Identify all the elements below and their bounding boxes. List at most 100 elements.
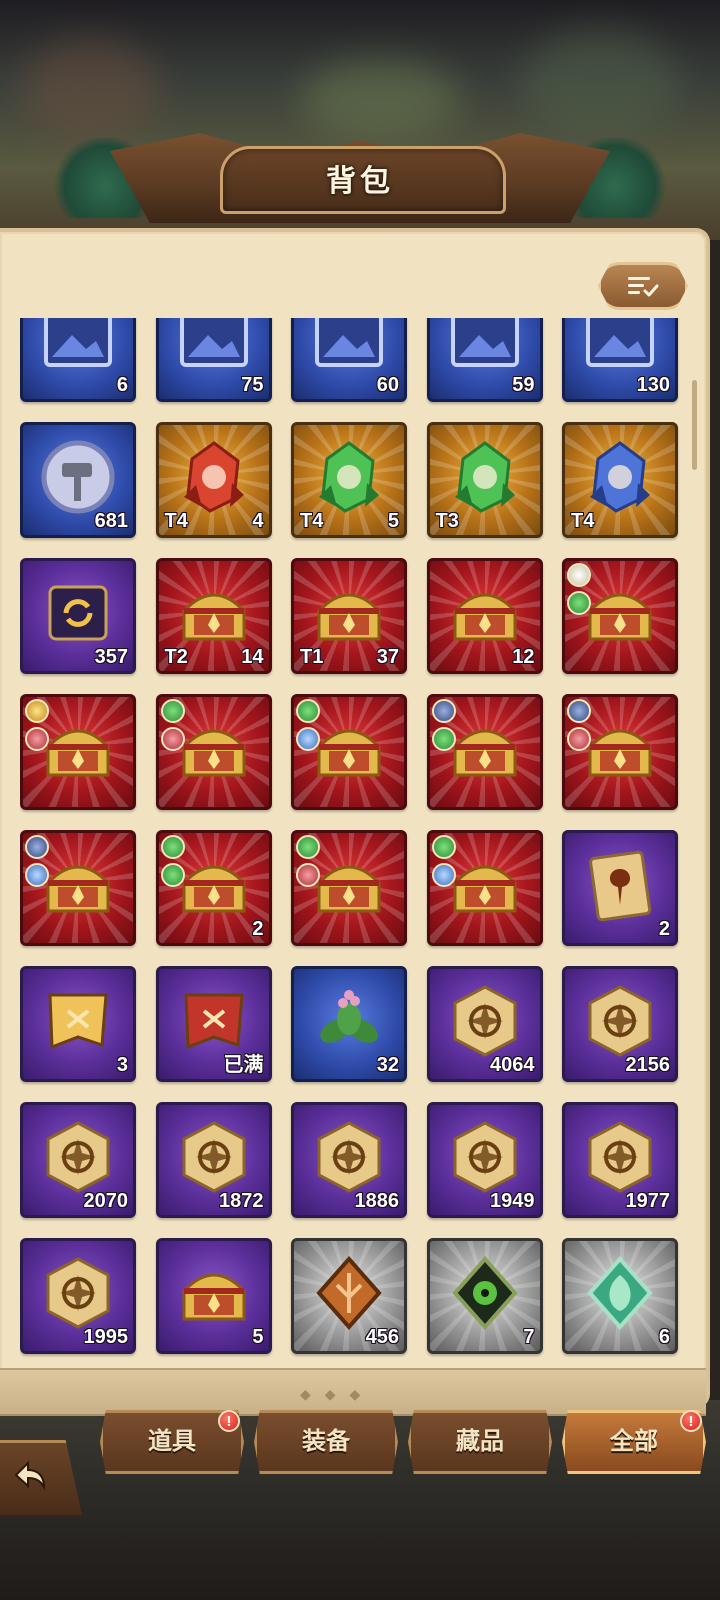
item-quantity: 12: [512, 646, 535, 668]
inventory-slot[interactable]: T4 5: [291, 422, 407, 538]
tree-shard-icon: [316, 1255, 382, 1331]
inventory-slot[interactable]: T2 14: [155, 558, 272, 674]
painting-icon: [586, 318, 654, 367]
inventory-slot[interactable]: [291, 830, 407, 946]
inventory-slot[interactable]: 130: [562, 318, 678, 402]
attribute-badge-icon: [431, 727, 456, 751]
treasure-chest-icon: [182, 865, 245, 913]
attribute-badge-icon: [25, 835, 49, 859]
inventory-slot[interactable]: 1872: [155, 1102, 272, 1218]
inventory-slot[interactable]: [562, 694, 678, 810]
inventory-slot[interactable]: T4: [562, 422, 678, 538]
inventory-slot[interactable]: T3: [426, 422, 543, 538]
item-quantity: 5: [252, 1326, 264, 1348]
inventory-slot[interactable]: 2156: [562, 966, 678, 1082]
emblem-star-icon: [453, 985, 516, 1057]
item-quantity: 5: [387, 510, 399, 532]
sort-button[interactable]: [598, 262, 688, 310]
attribute-badge-icon: [296, 699, 320, 723]
herb-icon: [320, 990, 378, 1043]
inventory-slot[interactable]: T4 4: [155, 422, 272, 538]
emblem-sword-icon: [182, 1121, 245, 1193]
treasure-chest-icon: [588, 729, 652, 777]
emblem-lamp-icon: [46, 1121, 110, 1193]
item-quantity: 7: [523, 1326, 535, 1348]
scrollbar-thumb[interactable]: [692, 380, 697, 470]
item-quantity: 1949: [490, 1190, 535, 1212]
inventory-slot[interactable]: 6: [562, 1238, 678, 1354]
attribute-badge-icon: [431, 699, 456, 723]
item-quantity: 1995: [83, 1326, 129, 1348]
inventory-slot[interactable]: 6: [20, 318, 136, 402]
tab-all-alert-badge: !: [680, 1410, 702, 1432]
item-quantity: 130: [636, 374, 670, 396]
inventory-slot[interactable]: 32: [291, 966, 407, 1082]
inventory-slot[interactable]: 4064: [426, 966, 543, 1082]
attribute-badge-icon: [296, 727, 320, 751]
inventory-slot[interactable]: 3: [20, 966, 136, 1082]
page-title: 背包: [326, 165, 394, 198]
attribute-badge-icon: [567, 591, 591, 615]
item-quantity: 32: [376, 1054, 399, 1076]
intelligence-crystal-icon: [590, 441, 650, 513]
strip-ornament: ◆◆◆: [300, 1386, 375, 1402]
inventory-slot[interactable]: 2: [155, 830, 272, 946]
item-quantity: 37: [376, 646, 399, 668]
item-tier: T4: [164, 510, 188, 532]
item-tier: T4: [571, 510, 595, 532]
treasure-chest-icon: [588, 593, 652, 641]
inventory-grid: 6 75 60 59 130 681 T4 4 T4 5 T3 T4 357 T2 14 T1 37 12 2 2 3 已…: [20, 318, 690, 1368]
tab-collection[interactable]: 藏品: [408, 1410, 552, 1474]
item-quantity: 59: [512, 374, 535, 396]
item-quantity: 357: [94, 646, 128, 668]
treasure-chest-icon: [182, 729, 245, 777]
item-quantity: 1886: [354, 1190, 400, 1212]
painting-icon: [450, 318, 519, 367]
inventory-slot[interactable]: 2070: [20, 1102, 136, 1218]
inventory-slot[interactable]: [20, 830, 136, 946]
inventory-slot[interactable]: 1949: [426, 1102, 543, 1218]
tree-card-icon: [589, 850, 652, 922]
gold-banner-icon: [48, 993, 108, 1050]
inventory-slot[interactable]: [426, 694, 543, 810]
item-quantity: 已满: [223, 1054, 264, 1076]
inventory-slot[interactable]: T1 37: [291, 558, 407, 674]
inventory-slot[interactable]: 12: [426, 558, 543, 674]
inventory-slot[interactable]: 2: [562, 830, 678, 946]
treasure-chest-icon: [317, 865, 381, 913]
emblem-plant-icon: [317, 1121, 381, 1193]
sort-list-icon: [628, 277, 659, 297]
inventory-slot[interactable]: [155, 694, 272, 810]
chest-small-icon: [182, 1273, 245, 1321]
painting-icon: [315, 318, 383, 367]
attribute-badge-icon: [160, 727, 185, 751]
inventory-slot[interactable]: 357: [20, 558, 136, 674]
attribute-badge-icon: [431, 835, 456, 859]
inventory-slot[interactable]: [562, 558, 678, 674]
attribute-badge-icon: [160, 863, 185, 887]
treasure-chest-icon: [453, 865, 516, 913]
inventory-slot[interactable]: 已满: [155, 966, 272, 1082]
item-quantity: 3: [116, 1054, 128, 1076]
attribute-badge-icon: [25, 727, 49, 751]
item-quantity: 1977: [625, 1190, 671, 1212]
inventory-slot[interactable]: [291, 694, 407, 810]
inventory-slot[interactable]: 59: [426, 318, 543, 402]
inventory-grid-viewport[interactable]: 6 75 60 59 130 681 T4 4 T4 5 T3 T4 357 T2 14 T1 37 12 2 2 3 已…: [20, 318, 690, 1368]
inventory-slot[interactable]: 60: [291, 318, 407, 402]
emblem-crown-icon: [588, 1121, 652, 1193]
item-quantity: 14: [241, 646, 264, 668]
inventory-slot[interactable]: 681: [20, 422, 136, 538]
tab-equipment[interactable]: 装备: [254, 1410, 398, 1474]
inventory-slot[interactable]: 456: [291, 1238, 407, 1354]
inventory-slot[interactable]: 1977: [562, 1102, 678, 1218]
item-quantity: 6: [658, 1326, 670, 1348]
inventory-slot[interactable]: 5: [155, 1238, 272, 1354]
inventory-slot[interactable]: 75: [155, 318, 272, 402]
item-quantity: 681: [94, 510, 128, 532]
inventory-slot[interactable]: 1886: [291, 1102, 407, 1218]
inventory-slot[interactable]: 7: [426, 1238, 543, 1354]
inventory-slot[interactable]: [20, 694, 136, 810]
inventory-slot[interactable]: 1995: [20, 1238, 136, 1354]
inventory-slot[interactable]: [426, 830, 543, 946]
